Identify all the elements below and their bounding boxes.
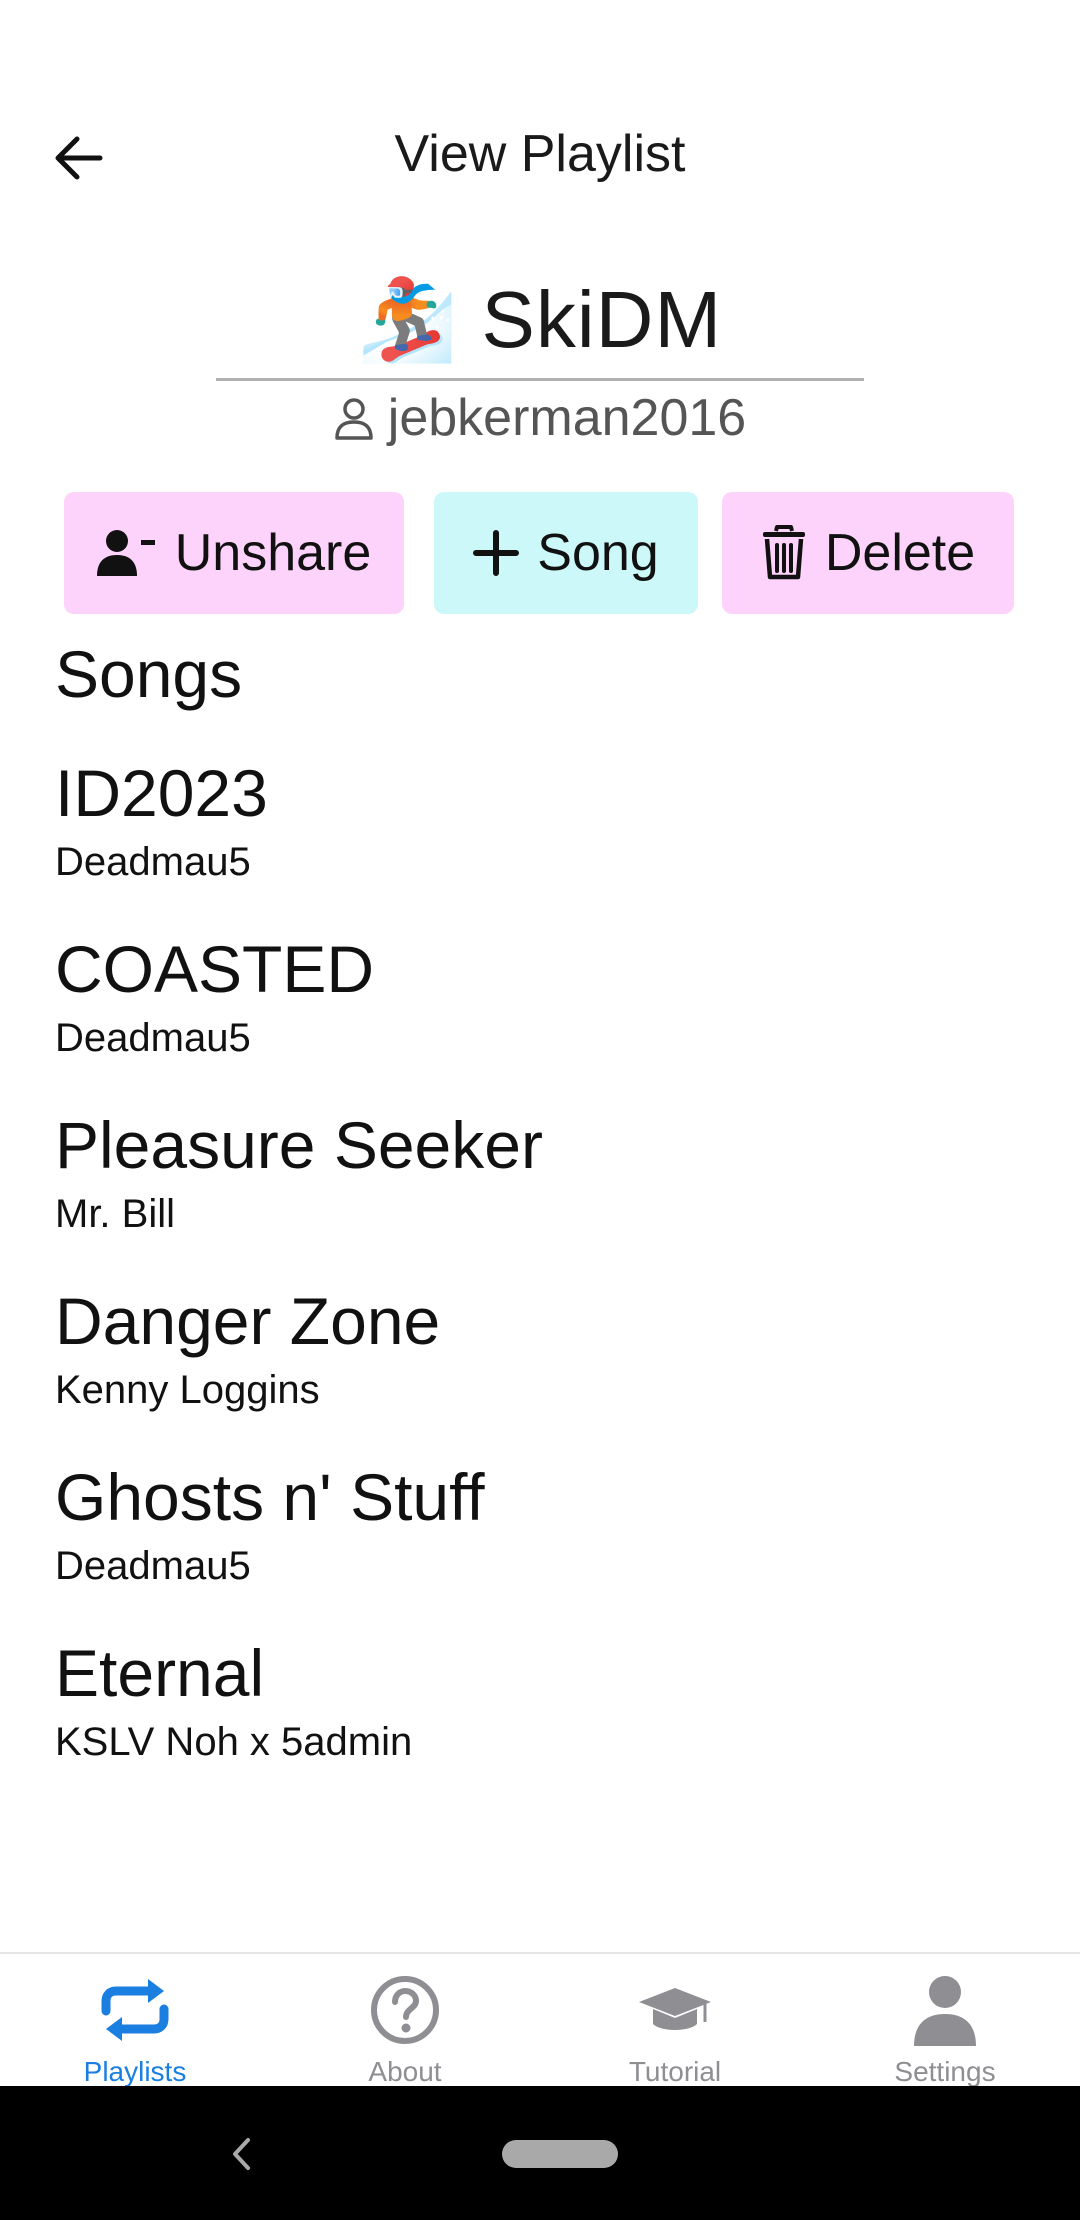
song-artist: KSLV Noh x 5admin xyxy=(55,1720,413,1764)
song-artist: Deadmau5 xyxy=(55,840,251,884)
song-list: ID2023 Deadmau5 COASTED Deadmau5 Pleasur… xyxy=(55,752,1015,1808)
add-song-button[interactable]: Song xyxy=(434,492,698,614)
song-item[interactable]: Eternal KSLV Noh x 5admin xyxy=(55,1632,1015,1808)
delete-label: Delete xyxy=(824,524,976,582)
playlist-owner: jebkerman2016 xyxy=(0,388,1080,448)
question-circle-icon xyxy=(365,1972,445,2048)
system-back-icon[interactable] xyxy=(222,2132,262,2176)
unshare-button[interactable]: Unshare xyxy=(64,492,404,614)
tab-label: About xyxy=(368,2056,442,2087)
tab-settings[interactable]: Settings xyxy=(810,1954,1080,2088)
screen: View Playlist 🏂 SkiDM jebkerman2016 Unsh… xyxy=(0,0,1080,2220)
tab-tutorial[interactable]: Tutorial xyxy=(540,1954,810,2088)
song-item[interactable]: ID2023 Deadmau5 xyxy=(55,752,1015,928)
user-minus-icon xyxy=(96,530,155,576)
songs-heading: Songs xyxy=(55,637,243,711)
song-title: Pleasure Seeker xyxy=(55,1108,543,1182)
song-title: COASTED xyxy=(55,932,375,1006)
song-artist: Deadmau5 xyxy=(55,1016,251,1060)
header: View Playlist xyxy=(0,100,1080,210)
song-artist: Deadmau5 xyxy=(55,1544,251,1588)
song-item[interactable]: COASTED Deadmau5 xyxy=(55,928,1015,1104)
user-outline-icon xyxy=(335,398,373,440)
tab-label: Playlists xyxy=(83,2056,187,2087)
repeat-icon xyxy=(95,1972,175,2048)
bottom-tab-bar: Playlists About Tutorial Settings xyxy=(0,1952,1080,2088)
delete-button[interactable]: Delete xyxy=(722,492,1014,614)
playlist-emoji: 🏂 xyxy=(357,275,458,364)
song-item[interactable]: Pleasure Seeker Mr. Bill xyxy=(55,1104,1015,1280)
system-home-pill[interactable] xyxy=(502,2140,618,2168)
song-title: Eternal xyxy=(55,1636,265,1710)
unshare-label: Unshare xyxy=(174,524,372,582)
playlist-name-field[interactable]: 🏂 SkiDM xyxy=(216,262,864,381)
tab-playlists[interactable]: Playlists xyxy=(0,1954,270,2088)
trash-icon xyxy=(762,525,805,580)
playlist-actions: Unshare Song Delete xyxy=(64,492,1014,614)
song-artist: Kenny Loggins xyxy=(55,1368,320,1412)
add-song-label: Song xyxy=(537,524,659,582)
playlist-name: SkiDM xyxy=(481,275,723,364)
song-title: ID2023 xyxy=(55,756,268,830)
page-title: View Playlist xyxy=(394,125,686,183)
tab-label: Tutorial xyxy=(628,2056,722,2087)
user-icon xyxy=(905,1972,985,2048)
system-nav-bar xyxy=(0,2086,1080,2220)
song-title: Danger Zone xyxy=(55,1284,441,1358)
owner-username: jebkerman2016 xyxy=(387,389,747,447)
tab-about[interactable]: About xyxy=(270,1954,540,2088)
tab-label: Settings xyxy=(894,2056,996,2087)
song-artist: Mr. Bill xyxy=(55,1192,175,1236)
plus-icon xyxy=(473,530,520,576)
song-item[interactable]: Ghosts n' Stuff Deadmau5 xyxy=(55,1456,1015,1632)
song-title: Ghosts n' Stuff xyxy=(55,1460,485,1534)
song-item[interactable]: Danger Zone Kenny Loggins xyxy=(55,1280,1015,1456)
graduation-cap-icon xyxy=(635,1972,715,2048)
